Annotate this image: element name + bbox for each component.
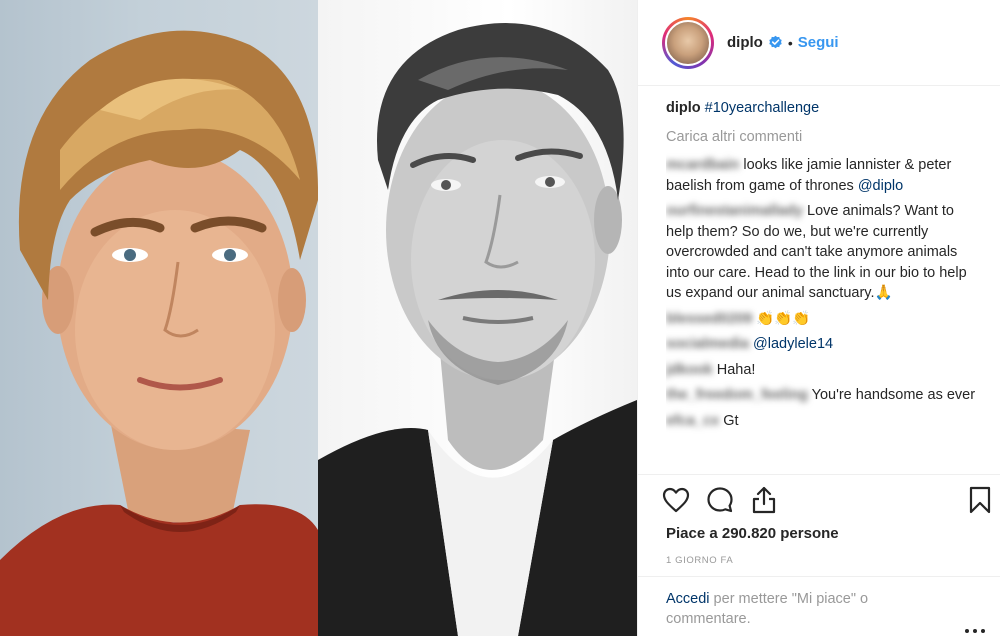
bookmark-icon[interactable]: [969, 486, 991, 514]
caption-username[interactable]: diplo: [666, 100, 701, 116]
comment-username[interactable]: ourfinestanimallady: [666, 203, 803, 219]
verified-badge-icon: [769, 35, 782, 49]
photo-panel-now: [318, 0, 637, 636]
comment-item: mcardbain looks like jamie lannister & p…: [666, 155, 984, 196]
avatar-story-ring[interactable]: [662, 16, 714, 69]
post-photo[interactable]: [0, 0, 637, 636]
header-separator: •: [787, 34, 793, 51]
more-options-icon[interactable]: [965, 629, 987, 635]
comment-item: the_freedom_feeling You're handsome as e…: [666, 385, 984, 406]
post-date: 1 GIORNO FA: [666, 555, 734, 566]
login-prompt: Accedi per mettere "Mi piace" o commenta…: [666, 589, 926, 629]
comment-mention[interactable]: @diplo: [858, 178, 903, 194]
comment-item: ourfinestanimallady Love animals? Want t…: [666, 201, 984, 304]
comment-username[interactable]: blessed0209: [666, 311, 752, 327]
portrait-adult-illustration: [318, 23, 637, 636]
comment-icon[interactable]: [706, 486, 734, 514]
avatar[interactable]: [665, 19, 711, 66]
likes-count[interactable]: Piace a 290.820 persone: [666, 525, 839, 542]
clap-emoji: 👏👏👏: [756, 310, 811, 327]
comment-text: You're handsome as ever: [811, 387, 976, 403]
comment-item: blessed0209 👏👏👏: [666, 309, 984, 330]
post-actions-bar: [638, 474, 1000, 526]
comment-item: socialmedia @ladylele14: [666, 334, 984, 355]
comment-item: jdkook Haha!: [666, 360, 984, 381]
post-caption: diplo #10yearchallenge: [666, 98, 984, 119]
post-header: diplo • Segui: [638, 0, 1000, 86]
portrait-young-illustration: [0, 30, 318, 636]
comment-text: Gt: [723, 412, 739, 429]
load-more-comments-button[interactable]: Carica altri commenti: [666, 127, 984, 148]
follow-button[interactable]: Segui: [798, 34, 839, 51]
comment-mention[interactable]: @ladylele14: [753, 336, 833, 352]
comments-list[interactable]: diplo #10yearchallenge Carica altri comm…: [666, 98, 984, 474]
comment-item: efca_cx Gt: [666, 411, 984, 432]
comment-username[interactable]: jdkook: [666, 362, 713, 378]
share-icon[interactable]: [750, 485, 778, 515]
caption-hashtag[interactable]: #10yearchallenge: [705, 100, 819, 116]
comment-username[interactable]: mcardbain: [666, 157, 739, 173]
comment-username[interactable]: socialmedia: [666, 336, 749, 352]
comment-username[interactable]: efca_cx: [666, 413, 719, 429]
post-footer: Accedi per mettere "Mi piace" o commenta…: [638, 576, 1000, 636]
login-link[interactable]: Accedi: [666, 591, 710, 607]
header-username[interactable]: diplo: [727, 34, 763, 51]
post-container: diplo • Segui diplo #10yearchallenge Car…: [0, 0, 1000, 636]
post-side-panel: diplo • Segui diplo #10yearchallenge Car…: [637, 0, 1000, 636]
heart-icon[interactable]: [662, 487, 690, 513]
comment-username[interactable]: the_freedom_feeling: [666, 387, 808, 403]
photo-panel-then: [0, 0, 318, 636]
comment-text: Haha!: [716, 361, 756, 378]
pray-emoji: 🙏: [874, 285, 893, 301]
